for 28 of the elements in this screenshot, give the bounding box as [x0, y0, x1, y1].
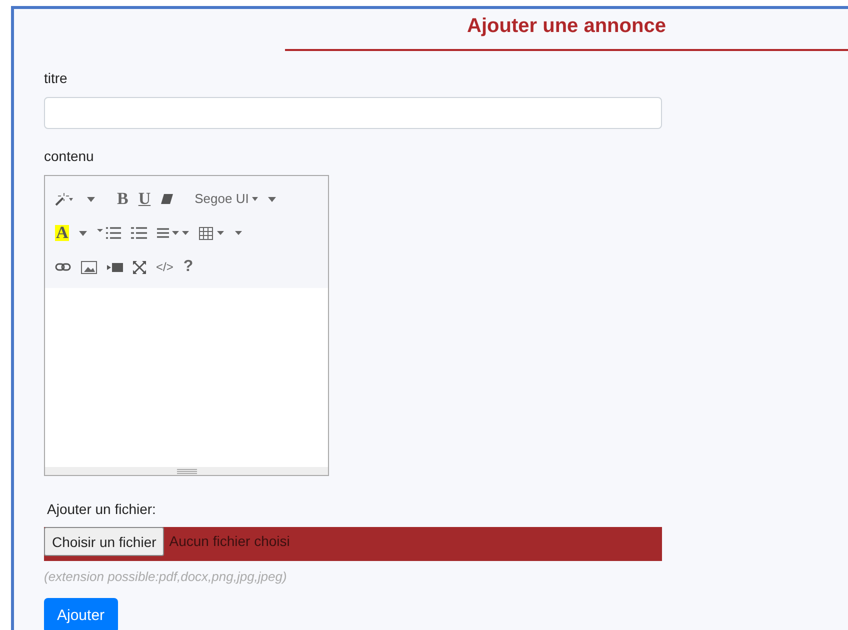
caret-icon[interactable] — [268, 196, 276, 202]
caret-icon[interactable] — [79, 230, 88, 236]
field-label: Ajouter un fichier: — [47, 500, 156, 518]
caret-icon[interactable] — [252, 197, 258, 201]
choose-file-button[interactable]: Choisir un fichier — [44, 527, 164, 556]
help-button[interactable]: ? — [183, 259, 194, 275]
submit-button[interactable]: Ajouter — [44, 598, 118, 630]
bullet-list-icon[interactable] — [97, 227, 122, 239]
text-color-button[interactable]: A — [55, 225, 70, 241]
font-dropdown[interactable]: Segoe UI — [194, 191, 249, 207]
bold-button[interactable]: B — [117, 191, 128, 207]
file-status: Aucun fichier choisi — [169, 532, 290, 551]
caret-icon[interactable] — [87, 196, 95, 202]
code-view-button[interactable]: </> — [156, 259, 174, 275]
video-icon[interactable] — [107, 262, 123, 272]
page-title: Ajouter une annonce — [466, 14, 667, 39]
underline-button[interactable]: U — [138, 191, 151, 207]
field-label: titre — [44, 69, 68, 87]
link-icon[interactable] — [55, 263, 71, 271]
table-icon[interactable] — [199, 226, 244, 240]
input-field[interactable] — [44, 97, 662, 129]
fullscreen-icon[interactable] — [133, 260, 146, 274]
file-input[interactable]: Choisir un fichier Aucun fichier choisi — [44, 527, 662, 561]
field-label: contenu — [44, 147, 94, 165]
hint-text: (extension possible:pdf,docx,png,jpg,jpeg) — [44, 569, 287, 584]
image-icon[interactable] — [81, 260, 97, 274]
align-icon[interactable] — [157, 227, 190, 239]
resize-handle[interactable] — [45, 467, 328, 475]
